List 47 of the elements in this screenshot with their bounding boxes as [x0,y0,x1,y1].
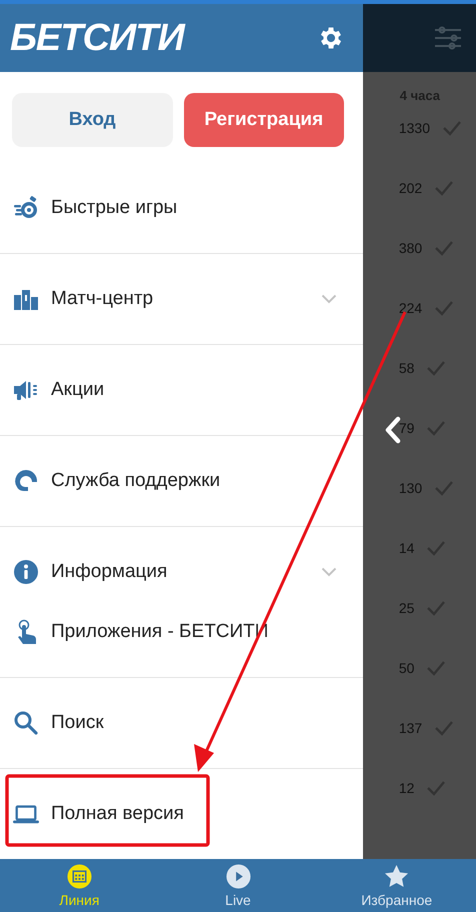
logo: БЕТСИТИ [10,16,184,60]
search-icon [13,710,39,736]
check-icon [426,660,446,676]
menu-item[interactable]: Информация [0,542,363,602]
chevron-down-icon [321,567,337,577]
check-icon [434,480,454,496]
star-icon [384,864,410,888]
play-icon [226,864,250,888]
menu-item[interactable]: Поиск [0,693,363,753]
nav-tab[interactable]: Live [158,859,318,912]
check-icon [426,600,446,616]
count-label: 1330 [398,120,430,136]
login-button[interactable]: Вход [12,93,172,147]
menu-item[interactable]: Служба поддержки [0,451,363,511]
check-icon [442,120,462,136]
nav-tab[interactable]: Линия [0,859,159,912]
count-label: 14 [398,540,414,556]
check-icon [434,300,454,316]
check-icon [434,720,454,736]
check-icon [426,780,446,796]
count-label: 130 [398,480,422,496]
count-label: 224 [398,300,422,316]
check-icon [434,240,454,256]
count-label: 380 [398,240,422,256]
check-icon [426,540,446,556]
count-label: 50 [398,660,414,676]
check-icon [426,420,446,436]
register-button[interactable]: Регистрация [184,93,344,147]
count-label: 58 [398,360,414,376]
menu-item[interactable]: Акции [0,360,363,420]
back-icon[interactable] [385,416,401,444]
count-label: 137 [398,720,422,736]
fast-games-icon [13,195,39,221]
info-icon [13,559,39,585]
count-label: 202 [398,180,422,196]
count-label: 25 [398,600,414,616]
calendar-icon [66,864,92,888]
menu-item[interactable]: Матч-центр [0,269,363,329]
check-icon [434,180,454,196]
chevron-down-icon [321,294,337,304]
nav-tab[interactable]: Избранное [317,859,476,912]
count-label: 79 [398,420,414,436]
support-icon [13,468,39,494]
check-icon [426,360,446,376]
menu-item[interactable]: Полная версия [0,784,363,844]
menu-item[interactable]: Быстрые игры [0,178,363,238]
count-label: 12 [398,780,414,796]
